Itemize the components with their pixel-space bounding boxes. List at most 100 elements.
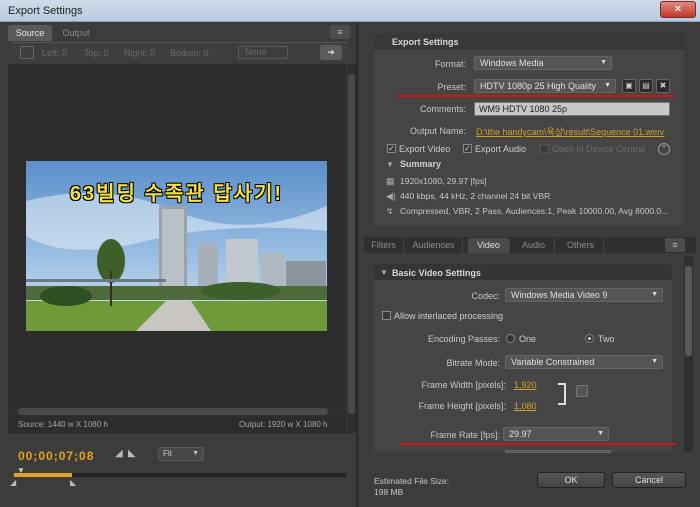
preset-dropdown[interactable]: HDTV 1080p 25 High Quality ▼ — [474, 79, 616, 93]
output-name-label: Output Name: — [409, 126, 466, 136]
chevron-down-icon: ▼ — [597, 430, 604, 437]
bitrate-mode-value: Variable Constrained — [511, 357, 595, 367]
close-button[interactable]: ✕ — [660, 1, 696, 18]
chevron-down-icon: ▼ — [600, 59, 607, 66]
export-audio-label: Export Audio — [475, 144, 527, 154]
comments-label: Comments: — [419, 104, 466, 114]
crop-top-field[interactable]: Top: 0 — [84, 48, 109, 58]
tab-audiences[interactable]: Audiences — [405, 238, 463, 253]
summary-title: Summary — [400, 159, 442, 169]
crop-bottom-field[interactable]: Bottom: 0 — [170, 48, 209, 58]
comments-input[interactable]: WM9 HDTV 1080 25p — [474, 102, 670, 116]
preset-label: Preset: — [437, 82, 466, 92]
frame-height-value[interactable]: 1,080 — [514, 401, 537, 411]
video-summary-icon: ▦ — [386, 176, 395, 186]
crop-toolbar: Left: 0 Top: 0 Right: 0 Bottom: 0 None ➜ — [12, 42, 348, 62]
playhead-icon[interactable]: ▼ — [17, 466, 25, 475]
estimated-file-size-value: 198 MB — [374, 487, 404, 497]
codec-value: Windows Media Video 9 — [511, 290, 608, 300]
timecode-display[interactable]: 00;00;07;08 — [18, 449, 94, 463]
ok-button[interactable]: OK — [537, 472, 605, 488]
video-preview-frame: 63빌딩 수족관 답사기! — [26, 161, 327, 331]
out-point-handle-icon[interactable]: ◣ — [70, 478, 76, 487]
tab-filters[interactable]: Filters — [364, 238, 404, 253]
settings-menu-icon[interactable]: ≡ — [665, 238, 685, 252]
export-settings-title: Export Settings — [392, 37, 459, 47]
bitrate-mode-label: Bitrate Mode: — [446, 358, 500, 368]
bitrate-summary-icon: ↯ — [386, 206, 394, 216]
set-out-point-icon[interactable]: ◣ — [128, 448, 136, 459]
highlight-underline — [398, 95, 674, 97]
export-video-label: Export Video — [399, 144, 451, 154]
interlaced-label: Allow interlaced processing — [394, 311, 504, 321]
open-device-central-checkbox[interactable] — [540, 144, 549, 153]
preset-value: HDTV 1080p 25 High Quality — [480, 81, 597, 91]
frame-width-label: Frame Width [pixels]: — [421, 380, 506, 390]
highlight-underline — [400, 443, 676, 445]
device-central-icon[interactable]: ⌃ — [658, 143, 670, 155]
preview-bottom-bar — [8, 430, 354, 434]
preview-vertical-scrollbar[interactable] — [347, 64, 356, 432]
tab-output[interactable]: Output — [55, 25, 97, 41]
summary-bitrate: Compressed, VBR, 2 Pass, Audiences:1, Pe… — [400, 206, 669, 216]
settings-vertical-scrollbar[interactable] — [684, 256, 693, 452]
collapse-triangle-icon[interactable]: ▼ — [386, 160, 394, 169]
source-dimensions: Source: 1440 w X 1080 h — [18, 420, 108, 429]
crop-icon[interactable] — [20, 46, 34, 59]
summary-video: 1920x1080, 29.97 [fps] — [400, 176, 487, 186]
tab-source[interactable]: Source — [8, 25, 52, 41]
bitrate-mode-dropdown[interactable]: Variable Constrained ▼ — [505, 355, 663, 369]
format-dropdown[interactable]: Windows Media ▼ — [474, 56, 612, 70]
tab-audio[interactable]: Audio — [513, 238, 555, 253]
chevron-down-icon: ▼ — [604, 82, 611, 89]
crop-right-field[interactable]: Right: 0 — [124, 48, 155, 58]
output-dimensions: Output: 1920 w X 1080 h — [239, 420, 328, 429]
encoding-passes-label: Encoding Passes: — [427, 334, 500, 344]
pass-two-label: Two — [598, 334, 615, 344]
collapse-triangle-icon[interactable]: ▼ — [380, 268, 388, 277]
delete-preset-icon[interactable]: ✖ — [656, 79, 670, 93]
frame-rate-label: Frame Rate [fps]: — [430, 430, 500, 440]
preview-horizontal-scrollbar[interactable] — [8, 407, 346, 416]
zoom-level-dropdown[interactable]: Fit ▼ — [158, 447, 204, 461]
set-in-point-icon[interactable]: ◢ — [115, 448, 123, 459]
constrain-aspect-checkbox[interactable] — [576, 385, 588, 397]
aspect-link-bracket — [558, 383, 566, 405]
tab-video[interactable]: Video — [468, 238, 510, 253]
pass-two-radio[interactable] — [585, 334, 594, 343]
export-video-checkbox[interactable]: ✓ — [387, 144, 396, 153]
crop-left-field[interactable]: Left: 0 — [42, 48, 67, 58]
crop-ratio-dropdown[interactable]: None — [238, 46, 288, 59]
title-bar: Export Settings ✕ — [0, 0, 700, 22]
in-point-handle-icon[interactable]: ◢ — [10, 478, 16, 487]
codec-dropdown[interactable]: Windows Media Video 9 ▼ — [505, 288, 663, 302]
cancel-button[interactable]: Cancel — [612, 472, 686, 488]
frame-height-label: Frame Height [pixels]: — [418, 401, 506, 411]
zoom-level-value: Fit — [163, 449, 172, 458]
output-name-link[interactable]: D:\the handycam\육상\result\Sequence 01.wm… — [476, 125, 664, 138]
interlaced-checkbox[interactable] — [382, 311, 391, 320]
basic-video-settings-title: Basic Video Settings — [392, 268, 481, 278]
tab-others[interactable]: Others — [558, 238, 604, 253]
pass-one-label: One — [519, 334, 537, 344]
export-audio-checkbox[interactable]: ✓ — [463, 144, 472, 153]
window-title: Export Settings — [8, 5, 83, 17]
panel-menu-icon[interactable]: ≡ — [330, 25, 350, 39]
frame-rate-dropdown[interactable]: 29.97 ▼ — [503, 427, 609, 441]
chevron-down-icon: ▼ — [192, 450, 199, 457]
format-value: Windows Media — [480, 58, 544, 68]
frame-rate-value: 29.97 — [509, 429, 532, 439]
chevron-down-icon: ▼ — [651, 291, 658, 298]
export-frame-icon[interactable]: ➜ — [320, 45, 342, 60]
estimated-file-size-label: Estimated File Size: — [374, 476, 450, 486]
save-preset-icon[interactable]: ▣ — [622, 79, 636, 93]
video-title-overlay: 63빌딩 수족관 답사기! — [69, 183, 284, 205]
summary-audio: 440 kbps, 44 kHz, 2 channel 24 bit VBR — [400, 191, 551, 201]
open-device-central-label: Open in Device Central — [552, 144, 646, 154]
frame-width-value[interactable]: 1,920 — [514, 380, 537, 390]
partial-dropdown — [505, 450, 611, 453]
pass-one-radio[interactable] — [506, 334, 515, 343]
chevron-down-icon: ▼ — [651, 358, 658, 365]
audio-summary-icon: ◀) — [386, 191, 396, 201]
import-preset-icon[interactable]: ▤ — [639, 79, 653, 93]
